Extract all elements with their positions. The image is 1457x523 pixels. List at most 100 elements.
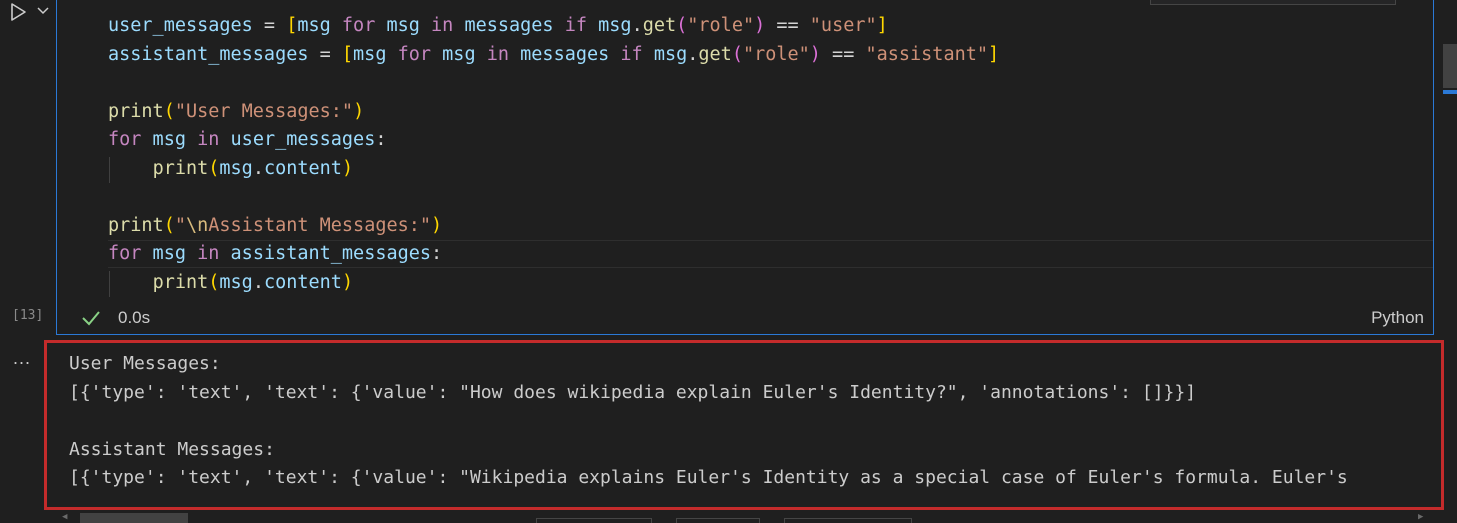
code-line[interactable]: print(msg.content): [108, 155, 354, 183]
code-token: msg: [219, 272, 253, 293]
execution-duration: 0.0s: [118, 308, 151, 327]
code-token: :: [375, 129, 387, 150]
code-token: user_messages: [108, 15, 253, 36]
run-options-button[interactable]: [35, 2, 51, 18]
code-token: messages: [520, 44, 610, 65]
code-token: ==: [820, 44, 866, 65]
check-icon: [82, 311, 100, 326]
code-token: Assistant Messages:": [208, 215, 432, 236]
code-token: ]: [876, 15, 888, 36]
code-token: ==: [765, 15, 810, 36]
code-token: msg: [386, 15, 420, 36]
code-token: assistant_messages: [219, 243, 432, 264]
code-token: assistant_messages: [108, 44, 309, 65]
code-token: (: [208, 158, 220, 179]
code-token: (: [208, 272, 220, 293]
code-token: content: [263, 272, 342, 293]
run-cell-button[interactable]: [8, 2, 28, 22]
code-line[interactable]: print("\nAssistant Messages:"): [108, 212, 442, 240]
code-token: get: [642, 15, 677, 36]
code-token: "assistant": [865, 44, 989, 65]
code-token: "user": [809, 15, 877, 36]
code-token: msg: [353, 44, 387, 65]
code-token: "User Messages:": [174, 101, 354, 122]
code-token: ): [809, 44, 821, 65]
output-line: [{'type': 'text', 'text': {'value': "How…: [69, 382, 1197, 403]
code-token: content: [263, 158, 342, 179]
code-token: get: [698, 44, 732, 65]
code-token: [: [341, 44, 354, 65]
code-token: (: [676, 15, 688, 36]
code-token: msg: [297, 15, 331, 36]
code-token: [: [286, 15, 298, 36]
code-token: for: [108, 243, 142, 264]
code-token: (: [163, 215, 175, 236]
code-line[interactable]: for msg in user_messages:: [108, 126, 386, 154]
code-token: "role": [687, 15, 755, 36]
code-token: \n: [185, 215, 209, 236]
code-token: in: [419, 15, 465, 36]
code-token: ]: [988, 44, 1000, 65]
code-token: print: [152, 272, 209, 293]
code-line[interactable]: for msg in assistant_messages:: [108, 240, 442, 268]
code-token: "role": [742, 44, 810, 65]
cell-language-picker[interactable]: Python: [1371, 308, 1424, 328]
output-line: User Messages:: [69, 353, 221, 374]
code-token: msg: [442, 44, 476, 65]
code-token: (: [163, 101, 175, 122]
code-token: ": [174, 215, 186, 236]
code-token: ): [341, 158, 354, 179]
code-token: print: [152, 158, 209, 179]
scrollbar-cursor-marker: [1443, 90, 1457, 94]
output-more-actions-button[interactable]: ...: [13, 348, 31, 369]
code-token: .: [252, 158, 264, 179]
code-token: (: [731, 44, 743, 65]
bottom-toolbar-item[interactable]: [784, 518, 912, 523]
output-line: [{'type': 'text', 'text': {'value': "Wik…: [69, 467, 1348, 488]
code-token: in: [197, 243, 220, 264]
code-token: for: [108, 129, 142, 150]
code-token: msg: [219, 158, 253, 179]
code-token: user_messages: [219, 129, 376, 150]
output-line: Assistant Messages:: [69, 439, 275, 460]
scroll-right-arrow-icon[interactable]: ▶: [1418, 512, 1423, 522]
code-token: for: [330, 15, 387, 36]
code-line[interactable]: assistant_messages = [msg for msg in mes…: [108, 41, 999, 69]
notebook-editor: user_messages = [msg for msg in messages…: [0, 0, 1457, 523]
code-token: .: [631, 15, 643, 36]
code-token: if: [553, 15, 599, 36]
code-token: ): [431, 215, 443, 236]
code-token: =: [308, 44, 342, 65]
code-token: messages: [464, 15, 554, 36]
bottom-toolbar-item[interactable]: [676, 518, 760, 523]
code-token: :: [431, 243, 443, 264]
code-token: for: [386, 44, 443, 65]
vertical-scrollbar-thumb[interactable]: [1443, 44, 1457, 88]
code-token: in: [475, 44, 521, 65]
find-widget[interactable]: [1150, 0, 1396, 5]
indent-guide: [109, 271, 110, 297]
code-token: print: [108, 101, 164, 122]
chevron-down-icon: [37, 7, 49, 15]
code-token: ): [754, 15, 766, 36]
code-line[interactable]: print(msg.content): [108, 269, 354, 297]
cell-output: User Messages: [{'type': 'text', 'text':…: [44, 340, 1444, 510]
horizontal-scrollbar-thumb[interactable]: [80, 513, 188, 523]
scroll-left-arrow-icon[interactable]: ◀: [62, 512, 67, 522]
code-line[interactable]: user_messages = [msg for msg in messages…: [108, 12, 888, 40]
code-token: msg: [141, 129, 198, 150]
code-token: ): [353, 101, 365, 122]
execution-count: [13]: [12, 308, 44, 323]
code-token: .: [252, 272, 264, 293]
run-icon: [11, 3, 26, 21]
code-token: .: [687, 44, 699, 65]
code-token: msg: [598, 15, 632, 36]
code-line[interactable]: print("User Messages:"): [108, 98, 364, 126]
code-token: ): [341, 272, 354, 293]
code-token: =: [252, 15, 287, 36]
bottom-toolbar-item[interactable]: [536, 518, 652, 523]
code-token: if: [609, 44, 654, 65]
indent-guide: [109, 157, 110, 183]
